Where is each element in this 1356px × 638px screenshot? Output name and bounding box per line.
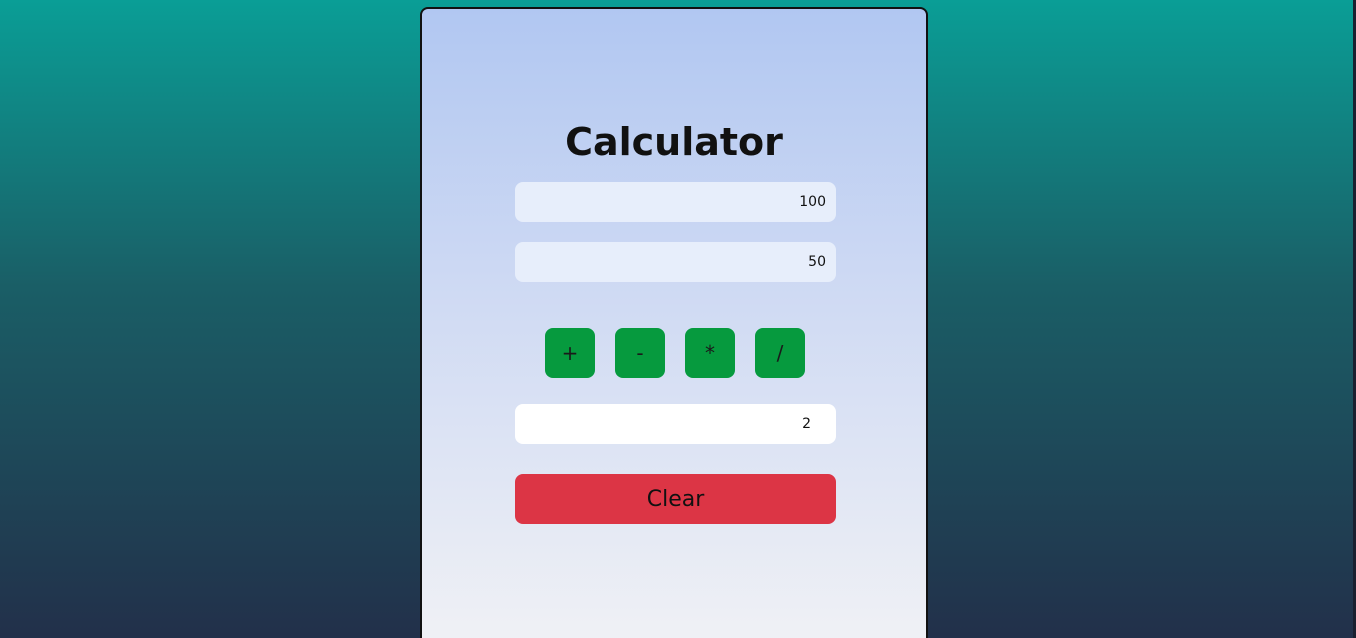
clear-button[interactable]: Clear xyxy=(515,474,836,524)
subtract-button[interactable]: - xyxy=(615,328,665,378)
operator-buttons: + - * / xyxy=(545,328,805,378)
multiply-button[interactable]: * xyxy=(685,328,735,378)
second-number-input[interactable] xyxy=(515,242,836,282)
add-button[interactable]: + xyxy=(545,328,595,378)
page-title: Calculator xyxy=(565,120,783,164)
result-display: 2 xyxy=(515,404,836,444)
divide-button[interactable]: / xyxy=(755,328,805,378)
first-number-input[interactable] xyxy=(515,182,836,222)
calculator-card: Calculator + - * / 2 Clear xyxy=(420,7,928,638)
